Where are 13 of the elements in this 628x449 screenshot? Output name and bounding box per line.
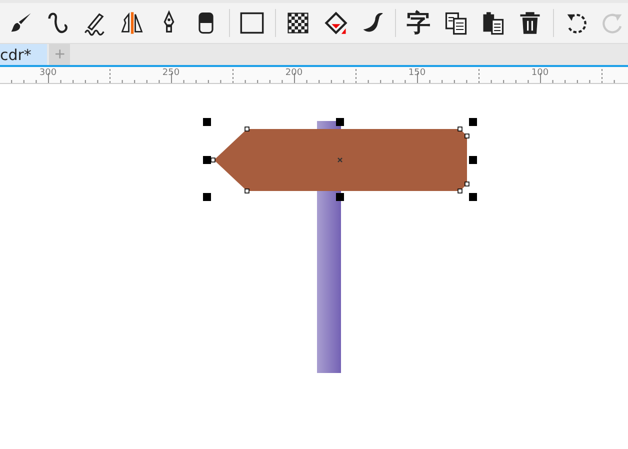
ruler-label: 150 [408,68,426,78]
copy-icon [442,10,469,36]
mirror-icon [118,10,145,36]
ruler-label: 200 [285,68,303,78]
document-tab[interactable]: cdr* [0,44,48,65]
paint-bucket-icon [322,10,348,36]
ruler-label: 100 [531,68,549,78]
checkerboard-icon [285,10,312,36]
selection-handles[interactable] [203,118,477,201]
ruler-label: 250 [162,68,180,78]
center-mark-icon [337,157,343,163]
rectangle-icon [239,10,266,36]
ruler-label: 300 [39,68,57,78]
